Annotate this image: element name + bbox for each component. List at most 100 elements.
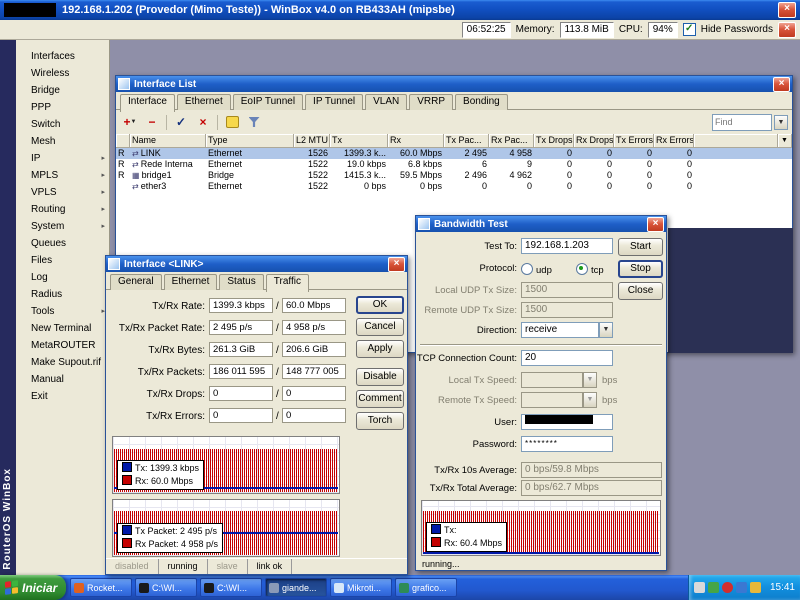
stop-button[interactable]: Stop	[618, 260, 663, 278]
close-icon[interactable]: ×	[388, 257, 405, 272]
sidebar-item-interfaces[interactable]: Interfaces	[16, 48, 109, 65]
session-close-button[interactable]: ×	[778, 22, 796, 38]
comment-button[interactable]	[222, 113, 242, 132]
find-input[interactable]	[712, 114, 772, 131]
app-titlebar[interactable]: 192.168.1.202 (Provedor (Mimo Teste)) - …	[0, 0, 800, 20]
app-close-button[interactable]: ×	[778, 2, 796, 18]
find-dropdown-button[interactable]: ▼	[774, 115, 788, 130]
udp-radio[interactable]	[521, 263, 533, 275]
tab-ethernet[interactable]: Ethernet	[177, 94, 231, 110]
table-row[interactable]: R ⇄LINK Ethernet 1526 1399.3 k... 60.0 M…	[116, 148, 792, 159]
column-rx-errors[interactable]: Rx Errors	[654, 134, 694, 148]
sidebar-item-radius[interactable]: Radius	[16, 286, 109, 303]
taskbar-task-giande[interactable]: giande...	[265, 578, 327, 597]
cpu-value: 94%	[648, 22, 678, 38]
start-button[interactable]: Start	[618, 238, 663, 256]
taskbar-task-rocket[interactable]: Rocket...	[70, 578, 132, 597]
ok-button[interactable]: OK	[356, 296, 404, 314]
close-icon[interactable]: ×	[773, 77, 790, 92]
bandwidth-test-titlebar[interactable]: Bandwidth Test ×	[416, 216, 666, 232]
disable-button[interactable]: Disable	[356, 368, 404, 386]
apply-button[interactable]: Apply	[356, 340, 404, 358]
tab-ethernet[interactable]: Ethernet	[164, 274, 218, 290]
sidebar-item-exit[interactable]: Exit	[16, 388, 109, 405]
column-rx-drops[interactable]: Rx Drops	[574, 134, 614, 148]
sidebar-item-routing[interactable]: Routing▸	[16, 201, 109, 218]
table-row[interactable]: ⇄ether3 Ethernet 1522 0 bps 0 bps 0 0 0 …	[116, 181, 792, 192]
sidebar-item-bridge[interactable]: Bridge	[16, 82, 109, 99]
taskbar-task-cmd-2[interactable]: C:\WI...	[200, 578, 262, 597]
sidebar-item-new-terminal[interactable]: New Terminal	[16, 320, 109, 337]
direction-select[interactable]: receive	[521, 322, 599, 338]
hide-passwords-checkbox[interactable]: ✓	[683, 23, 696, 36]
column-tx-packet[interactable]: Tx Pac...	[444, 134, 489, 148]
disable-button[interactable]: ×	[193, 113, 213, 132]
interface-link-titlebar[interactable]: Interface <LINK> ×	[106, 256, 407, 272]
column-rx-packet[interactable]: Rx Pac...	[489, 134, 534, 148]
tray-icon[interactable]	[750, 582, 761, 593]
sidebar-item-make-supout[interactable]: Make Supout.rif	[16, 354, 109, 371]
sidebar-item-ip[interactable]: IP▸	[16, 150, 109, 167]
password-field[interactable]: ********	[521, 436, 613, 452]
torch-button[interactable]: Torch	[356, 412, 404, 430]
sidebar-item-manual[interactable]: Manual	[16, 371, 109, 388]
user-field[interactable]	[521, 414, 613, 430]
interface-list-titlebar[interactable]: Interface List ×	[116, 76, 792, 92]
tray-icon[interactable]	[708, 582, 719, 593]
sidebar-item-vpls[interactable]: VPLS▸	[16, 184, 109, 201]
start-button[interactable]: Iniciar	[0, 575, 66, 600]
column-rx[interactable]: Rx	[388, 134, 444, 148]
tab-bonding[interactable]: Bonding	[455, 94, 508, 110]
remove-button[interactable]: −	[142, 113, 162, 132]
taskbar-task-mikrotik[interactable]: Mikroti...	[330, 578, 392, 597]
table-row[interactable]: R ⇄Rede Interna Ethernet 1522 19.0 kbps …	[116, 159, 792, 170]
sidebar-item-wireless[interactable]: Wireless	[16, 65, 109, 82]
column-name[interactable]: Name	[130, 134, 206, 148]
taskbar-task-grafico[interactable]: grafico...	[395, 578, 457, 597]
filter-button[interactable]	[244, 113, 264, 132]
sidebar-item-log[interactable]: Log	[16, 269, 109, 286]
tray-icon[interactable]	[722, 582, 733, 593]
column-flags[interactable]	[116, 134, 130, 148]
sidebar-item-files[interactable]: Files	[16, 252, 109, 269]
test-to-field[interactable]: 192.168.1.203	[521, 238, 613, 254]
column-type[interactable]: Type	[206, 134, 294, 148]
sidebar-item-ppp[interactable]: PPP	[16, 99, 109, 116]
column-tx-drops[interactable]: Tx Drops	[534, 134, 574, 148]
remote-tx-speed-field	[521, 392, 583, 408]
tray-icon[interactable]	[694, 582, 705, 593]
comment-button[interactable]: Comment	[356, 390, 404, 408]
sidebar-item-system[interactable]: System▸	[16, 218, 109, 235]
tray-icon[interactable]	[736, 582, 747, 593]
redacted-app-icon	[4, 3, 56, 17]
tab-vrrp[interactable]: VRRP	[409, 94, 453, 110]
direction-dropdown-button[interactable]: ▼	[599, 322, 613, 338]
taskbar-task-cmd-1[interactable]: C:\WI...	[135, 578, 197, 597]
tcp-radio[interactable]	[576, 263, 588, 275]
column-tx[interactable]: Tx	[330, 134, 388, 148]
cancel-button[interactable]: Cancel	[356, 318, 404, 336]
table-row[interactable]: R ▦bridge1 Bridge 1522 1415.3 k... 59.5 …	[116, 170, 792, 181]
tcp-connection-count-field[interactable]: 20	[521, 350, 613, 366]
column-l2mtu[interactable]: L2 MTU	[294, 134, 330, 148]
enable-button[interactable]: ✓	[171, 113, 191, 132]
tab-vlan[interactable]: VLAN	[365, 94, 407, 110]
sidebar-item-metarouter[interactable]: MetaROUTER	[16, 337, 109, 354]
tab-general[interactable]: General	[110, 274, 162, 290]
sidebar-item-tools[interactable]: Tools▸	[16, 303, 109, 320]
close-button[interactable]: Close	[618, 282, 663, 300]
sidebar-item-mpls[interactable]: MPLS▸	[16, 167, 109, 184]
sidebar-item-switch[interactable]: Switch	[16, 116, 109, 133]
add-button[interactable]: +▼	[120, 113, 140, 132]
remote-udp-size-field: 1500	[521, 302, 613, 318]
tab-traffic[interactable]: Traffic	[266, 274, 309, 292]
column-chooser-button[interactable]: ▼	[778, 134, 792, 148]
column-tx-errors[interactable]: Tx Errors	[614, 134, 654, 148]
close-icon[interactable]: ×	[647, 217, 664, 232]
tab-interface[interactable]: Interface	[120, 94, 175, 112]
tab-eoip-tunnel[interactable]: EoIP Tunnel	[233, 94, 303, 110]
sidebar-item-queues[interactable]: Queues	[16, 235, 109, 252]
tab-ip-tunnel[interactable]: IP Tunnel	[305, 94, 363, 110]
tab-status[interactable]: Status	[219, 274, 263, 290]
sidebar-item-mesh[interactable]: Mesh	[16, 133, 109, 150]
